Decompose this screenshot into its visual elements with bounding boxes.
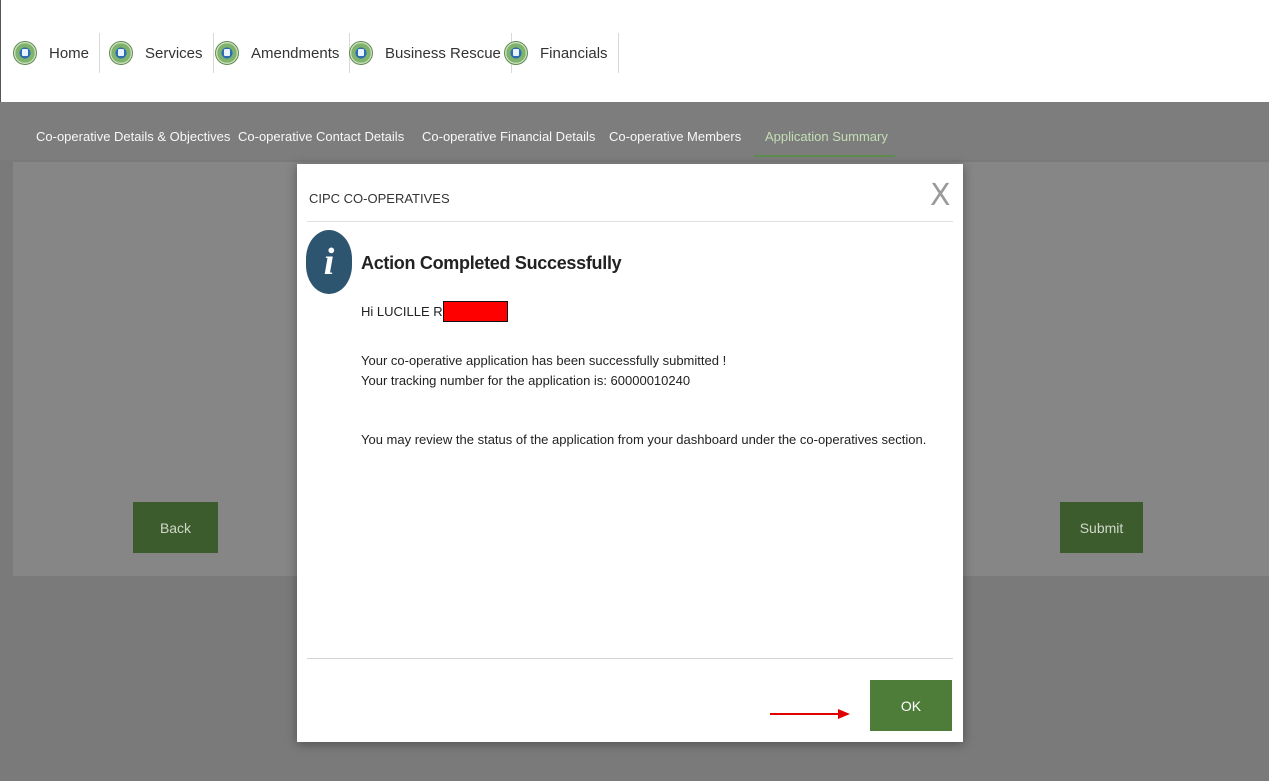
nav-amendments[interactable]: Amendments	[215, 33, 351, 73]
redaction-box	[443, 301, 508, 322]
close-icon[interactable]: X	[930, 181, 951, 211]
application-tabs: Co-operative Details & Objectives Co-ope…	[0, 102, 1269, 160]
back-button[interactable]: Back	[133, 502, 218, 553]
tab-contact-details[interactable]: Co-operative Contact Details	[238, 129, 404, 144]
tab-application-summary[interactable]: Application Summary	[765, 129, 888, 144]
nav-label: Amendments	[251, 44, 340, 62]
tab-financial-details[interactable]: Co-operative Financial Details	[422, 129, 595, 144]
message-line-review: You may review the status of the applica…	[361, 432, 927, 447]
success-dialog: CIPC CO-OPERATIVES X i Action Completed …	[297, 164, 963, 742]
submit-button[interactable]: Submit	[1060, 502, 1143, 553]
ok-button[interactable]: OK	[870, 680, 952, 731]
cipc-logo-icon	[13, 41, 37, 65]
divider	[307, 221, 953, 222]
nav-label: Financials	[540, 44, 608, 62]
info-icon: i	[306, 230, 352, 294]
active-tab-indicator	[754, 155, 895, 157]
greeting-text: Hi LUCILLE R	[361, 304, 443, 319]
message-line-submitted: Your co-operative application has been s…	[361, 353, 727, 368]
nav-services[interactable]: Services	[109, 33, 214, 73]
nav-label: Home	[49, 44, 90, 62]
nav-label: Business Rescue	[385, 44, 501, 62]
dialog-title: CIPC CO-OPERATIVES	[309, 191, 450, 206]
arrow-shaft	[770, 713, 840, 715]
nav-business-rescue[interactable]: Business Rescue	[349, 33, 512, 73]
cipc-logo-icon	[109, 41, 133, 65]
cipc-logo-icon	[504, 41, 528, 65]
divider	[307, 658, 953, 659]
cipc-logo-icon	[215, 41, 239, 65]
tab-details-objectives[interactable]: Co-operative Details & Objectives	[36, 129, 230, 144]
nav-label: Services	[145, 44, 203, 62]
top-navigation: Home Services Amendments Business Rescue…	[0, 0, 1269, 102]
dialog-heading: Action Completed Successfully	[361, 253, 622, 273]
cipc-logo-icon	[349, 41, 373, 65]
tab-members[interactable]: Co-operative Members	[609, 129, 741, 144]
arrow-head	[838, 709, 850, 719]
nav-financials[interactable]: Financials	[504, 33, 619, 73]
message-line-tracking: Your tracking number for the application…	[361, 373, 691, 388]
annotation-arrow-icon	[770, 709, 850, 719]
nav-home[interactable]: Home	[13, 33, 101, 73]
